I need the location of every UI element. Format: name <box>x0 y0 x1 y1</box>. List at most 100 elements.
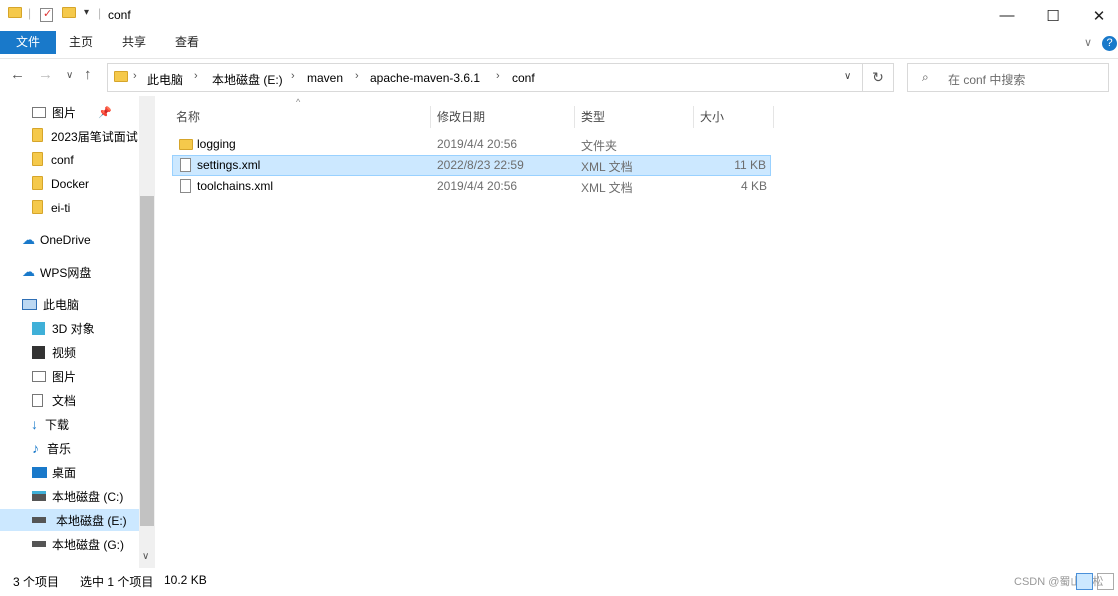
pin-icon[interactable]: 📌 <box>98 106 112 119</box>
sidebar-item-videos[interactable]: 视频 <box>0 341 140 363</box>
sidebar-item-label: 图片 <box>52 105 77 120</box>
file-date: 2019/4/4 20:56 <box>437 137 518 151</box>
column-header-name[interactable]: 名称 <box>170 106 431 128</box>
breadcrumb-separator[interactable]: › <box>194 70 198 82</box>
maximize-button[interactable]: ☐ <box>1030 0 1076 31</box>
tab-view[interactable]: 查看 <box>162 31 212 54</box>
file-icon <box>180 158 191 175</box>
column-header-size[interactable]: 大小 <box>694 106 774 128</box>
desktop-icon <box>32 466 47 478</box>
breadcrumb-this-pc[interactable]: 此电脑 <box>147 71 183 88</box>
help-icon[interactable]: ? <box>1102 36 1117 51</box>
file-row-logging[interactable]: logging 2019/4/4 20:56 文件夹 <box>172 134 771 155</box>
sidebar-item-drive-c[interactable]: 本地磁盘 (C:) <box>0 485 140 507</box>
sidebar-item-label: OneDrive <box>40 233 91 247</box>
sidebar-scrollbar[interactable]: ∨ <box>139 96 155 568</box>
column-header-type[interactable]: 类型 <box>575 106 694 128</box>
scroll-down-icon[interactable]: ∨ <box>142 551 149 562</box>
sidebar-item-drive-e[interactable]: 本地磁盘 (E:) <box>0 509 140 531</box>
tab-file[interactable]: 文件 <box>0 31 56 54</box>
refresh-icon: ↻ <box>872 69 884 85</box>
close-button[interactable]: ✕ <box>1076 0 1118 31</box>
selected-size: 10.2 KB <box>164 573 207 587</box>
title-bar: | ✓ ▾ | conf — ☐ ✕ <box>0 0 1118 31</box>
sidebar-item-drive-g[interactable]: 本地磁盘 (G:) <box>0 533 140 555</box>
tab-share[interactable]: 共享 <box>109 31 159 54</box>
folder-icon <box>32 127 43 145</box>
folder-icon <box>32 199 43 217</box>
sidebar-item-conf[interactable]: conf <box>0 149 140 171</box>
ribbon: 文件 主页 共享 查看 ∨ ? <box>0 31 1118 59</box>
window-title: conf <box>108 8 131 22</box>
cloud-icon: ☁ <box>22 232 35 247</box>
tab-home[interactable]: 主页 <box>56 31 106 54</box>
sidebar-item-3d-objects[interactable]: 3D 对象 <box>0 317 140 339</box>
download-arrow-icon: ↓ <box>31 416 38 432</box>
column-header-date[interactable]: 修改日期 <box>431 106 575 128</box>
sidebar-item-label: 下载 <box>45 417 70 432</box>
drive-icon <box>32 541 46 547</box>
cube-icon <box>32 321 45 335</box>
sidebar-item-music[interactable]: ♪ 音乐 <box>0 437 140 459</box>
sidebar-item-label: Docker <box>51 177 90 191</box>
sidebar-item-this-pc[interactable]: 此电脑 <box>0 293 140 315</box>
breadcrumb-drive-e[interactable]: 本地磁盘 (E:) <box>212 71 283 88</box>
breadcrumb-separator[interactable]: › <box>133 70 137 82</box>
sidebar-item-onedrive[interactable]: ☁ OneDrive <box>0 229 140 251</box>
sidebar-item-label: 本地磁盘 (C:) <box>52 489 124 504</box>
refresh-button[interactable]: ↻ <box>863 63 894 92</box>
sidebar-item-label: 本地磁盘 (G:) <box>52 537 124 552</box>
sidebar-item-label: 音乐 <box>47 441 72 456</box>
sidebar-item-wps[interactable]: ☁ WPS网盘 <box>0 261 140 283</box>
breadcrumb-conf[interactable]: conf <box>512 71 535 85</box>
drive-icon <box>32 517 46 523</box>
file-name: logging <box>197 137 236 151</box>
address-bar[interactable]: › 此电脑 › 本地磁盘 (E:) › maven › apache-maven… <box>107 63 863 92</box>
forward-arrow-icon[interactable]: → <box>38 66 53 83</box>
sidebar-item-docker[interactable]: Docker <box>0 173 140 195</box>
file-name: toolchains.xml <box>197 179 274 193</box>
sidebar-item-label: 此电脑 <box>43 297 80 312</box>
chevron-down-icon[interactable]: ∨ <box>1084 36 1092 49</box>
sidebar-item-pictures[interactable]: 图片 <box>0 365 140 387</box>
recent-locations-icon[interactable]: ∨ <box>66 70 73 81</box>
sidebar-item-label: ei-ti <box>51 201 71 215</box>
sidebar-item-ei-ti[interactable]: ei-ti <box>0 197 140 219</box>
file-row-toolchains[interactable]: toolchains.xml 2019/4/4 20:56 XML 文档 4 K… <box>172 176 771 197</box>
breadcrumb-separator[interactable]: › <box>355 70 359 82</box>
sidebar-item-label: WPS网盘 <box>40 265 92 280</box>
file-size: 11 KB <box>734 158 766 172</box>
properties-icon[interactable]: ✓ <box>40 8 53 22</box>
new-folder-icon[interactable] <box>62 7 76 21</box>
folder-icon <box>8 7 22 21</box>
breadcrumb-apache-maven[interactable]: apache-maven-3.6.1 <box>370 71 480 85</box>
minimize-button[interactable]: — <box>984 0 1030 31</box>
cloud-icon: ☁ <box>22 264 35 279</box>
customize-toolbar-icon[interactable]: ▾ <box>84 7 89 18</box>
selected-count: 选中 1 个项目 <box>80 575 154 589</box>
file-row-settings[interactable]: settings.xml 2022/8/23 22:59 XML 文档 11 K… <box>172 155 771 176</box>
large-icons-view-button[interactable] <box>1097 573 1114 590</box>
scrollbar-thumb[interactable] <box>140 196 154 526</box>
sidebar-item-label: 图片 <box>52 369 77 384</box>
computer-icon <box>22 298 37 310</box>
folder-icon <box>32 175 43 193</box>
sidebar-item-2023[interactable]: 2023届笔试面试 <box>0 125 140 147</box>
chevron-down-icon[interactable]: ∨ <box>844 71 851 82</box>
breadcrumb-maven[interactable]: maven <box>307 71 343 85</box>
search-placeholder: 在 conf 中搜索 <box>948 73 1026 87</box>
sidebar-item-downloads[interactable]: ↓ 下载 <box>0 413 140 435</box>
breadcrumb-separator[interactable]: › <box>291 70 295 82</box>
drive-icon <box>32 491 46 501</box>
breadcrumb-separator[interactable]: › <box>496 70 500 82</box>
details-view-button[interactable] <box>1076 573 1093 590</box>
back-arrow-icon[interactable]: ← <box>10 66 25 83</box>
sidebar-item-documents[interactable]: 文档 <box>0 389 140 411</box>
sidebar-item-label: 桌面 <box>52 465 77 480</box>
folder-icon <box>179 139 193 153</box>
up-arrow-icon[interactable]: ↑ <box>84 66 92 83</box>
sidebar-item-label: 本地磁盘 (E:) <box>56 513 127 528</box>
sidebar-item-desktop[interactable]: 桌面 <box>0 461 140 483</box>
search-box[interactable]: ⌕ 在 conf 中搜索 <box>907 63 1109 92</box>
sidebar-item-pictures-quick[interactable]: 图片 📌 <box>0 101 140 123</box>
